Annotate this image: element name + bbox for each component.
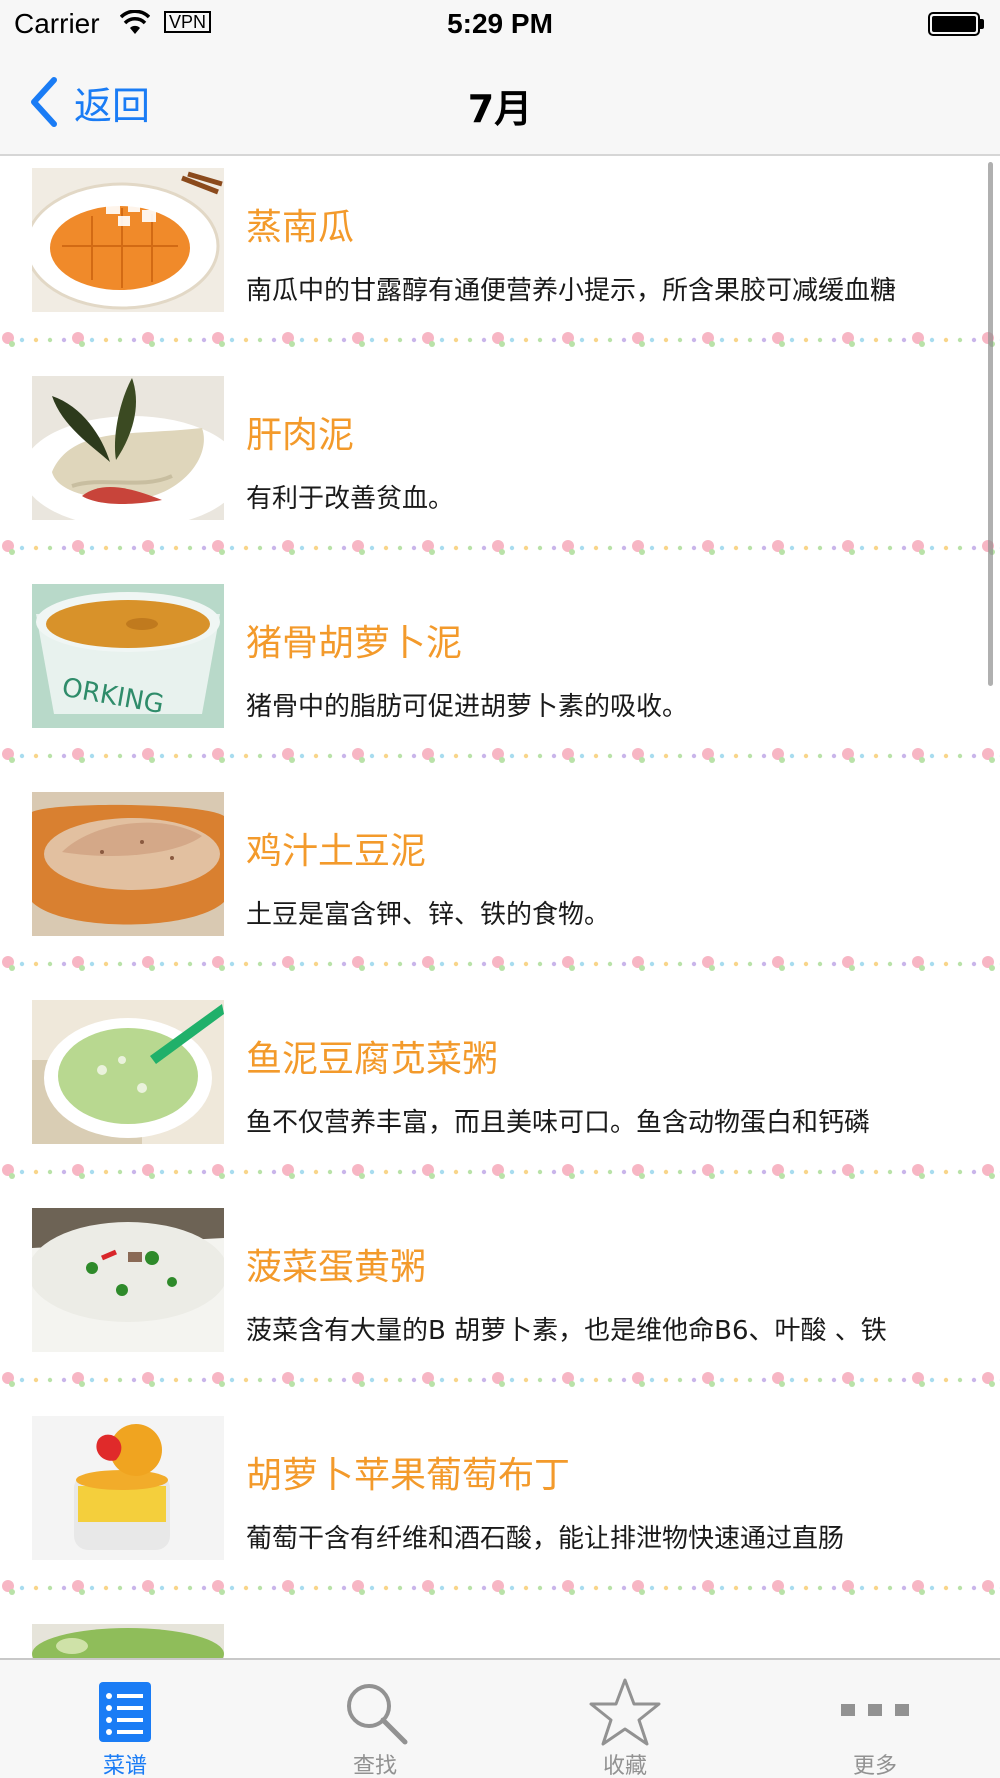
floral-divider: [0, 1160, 1000, 1184]
recipe-row[interactable]: 蒸南瓜南瓜中的甘露醇有通便营养小提示，所含果胶可减缓血糖: [0, 158, 1000, 366]
recipe-row[interactable]: ORKING 猪骨胡萝卜泥猪骨中的脂肪可促进胡萝卜素的吸收。: [0, 574, 1000, 782]
floral-divider: [0, 1368, 1000, 1392]
recipe-title: 胡萝卜苹果葡萄布丁: [246, 1455, 571, 1496]
floral-divider: [0, 1576, 1000, 1600]
page-title: 7月: [467, 87, 533, 131]
recipe-title: 鱼泥豆腐苋菜粥: [246, 1039, 499, 1080]
recipe-list[interactable]: 蒸南瓜南瓜中的甘露醇有通便营养小提示，所含果胶可减缓血糖 肝肉泥有利于改善贫血。…: [0, 158, 1000, 1658]
recipe-title: 蒸南瓜: [246, 207, 355, 248]
floral-divider: [0, 952, 1000, 976]
recipe-description: 菠菜含有大量的B 胡萝卜素，也是维他命B6、叶酸 、铁: [246, 1316, 887, 1346]
recipe-title: 鸡汁土豆泥: [246, 831, 427, 872]
list-icon: [87, 1674, 163, 1750]
recipe-title: 菠菜蛋黄粥: [246, 1247, 427, 1288]
floral-divider: [0, 744, 1000, 768]
recipe-row[interactable]: 胡萝卜苹果葡萄布丁葡萄干含有纤维和酒石酸，能让排泄物快速通过直肠: [0, 1406, 1000, 1614]
pudding-icon: [32, 1416, 224, 1560]
fish-porridge-icon: [32, 1000, 224, 1144]
tab-bar: 菜谱 查找 收藏 更多: [0, 1658, 1000, 1778]
pumpkin-icon: [32, 168, 224, 312]
tab-star[interactable]: 收藏: [500, 1660, 750, 1778]
tab-label: 更多: [852, 1754, 897, 1778]
navigation-bar: 返回 7月: [0, 48, 1000, 156]
recipe-description: 南瓜中的甘露醇有通便营养小提示，所含果胶可减缓血糖: [246, 276, 897, 306]
tab-label: 菜谱: [102, 1754, 147, 1778]
recipe-description: 葡萄干含有纤维和酒石酸，能让排泄物快速通过直肠: [246, 1524, 845, 1554]
tab-list[interactable]: 菜谱: [0, 1660, 250, 1778]
recipe-row[interactable]: 鱼泥豆腐苋菜粥鱼不仅营养丰富，而且美味可口。鱼含动物蛋白和钙磷: [0, 990, 1000, 1198]
status-bar: Carrier VPN 5:29 PM: [0, 0, 1000, 48]
battery-icon: [928, 12, 984, 36]
recipe-description: 鱼不仅营养丰富，而且美味可口。鱼含动物蛋白和钙磷: [246, 1108, 871, 1138]
scroll-indicator[interactable]: [988, 162, 993, 686]
recipe-description: 有利于改善贫血。: [246, 484, 455, 514]
tab-label: 查找: [352, 1754, 397, 1778]
tab-label: 收藏: [602, 1754, 647, 1778]
more-icon: [837, 1674, 913, 1750]
potato-puree-icon: [32, 792, 224, 936]
recipe-description: 猪骨中的脂肪可促进胡萝卜素的吸收。: [246, 692, 689, 722]
recipe-row[interactable]: 菠菜蛋黄粥菠菜含有大量的B 胡萝卜素，也是维他命B6、叶酸 、铁: [0, 1198, 1000, 1406]
search-icon: [337, 1674, 413, 1750]
carrot-puree-icon: ORKING: [32, 584, 224, 728]
floral-divider: [0, 536, 1000, 560]
recipe-description: 土豆是富含钾、锌、铁的食物。: [246, 900, 611, 930]
recipe-title: 肝肉泥: [246, 415, 355, 456]
recipe-title: 猪骨胡萝卜泥: [246, 623, 463, 664]
recipe-row[interactable]: 鸡汁土豆泥土豆是富含钾、锌、铁的食物。: [0, 782, 1000, 990]
star-icon: [587, 1674, 663, 1750]
tab-more[interactable]: 更多: [750, 1660, 1000, 1778]
tab-search[interactable]: 查找: [250, 1660, 500, 1778]
green-puree-icon: [32, 1624, 224, 1658]
recipe-row[interactable]: [0, 1614, 1000, 1658]
floral-divider: [0, 328, 1000, 352]
clock: 5:29 PM: [447, 8, 553, 39]
liver-puree-icon: [32, 376, 224, 520]
recipe-row[interactable]: 肝肉泥有利于改善贫血。: [0, 366, 1000, 574]
spinach-porridge-icon: [32, 1208, 224, 1352]
